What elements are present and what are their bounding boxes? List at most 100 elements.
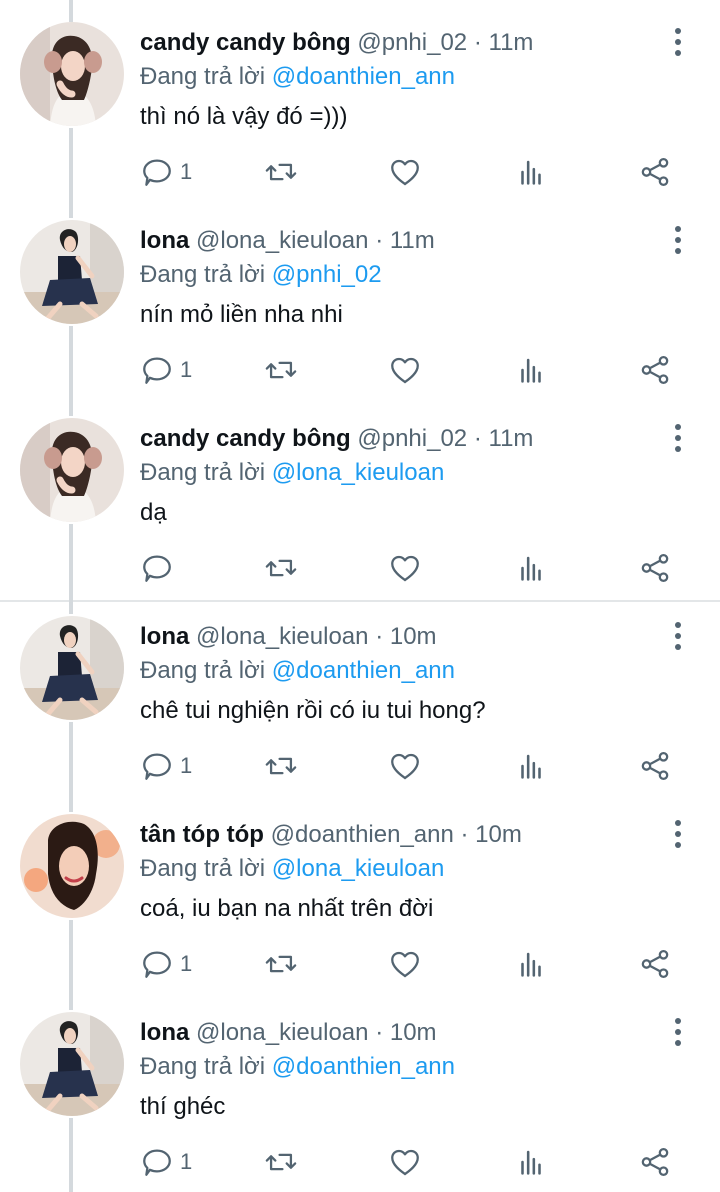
tweet-actions: 1	[0, 150, 720, 194]
tweet-text: nín mỏ liền nha nhi	[140, 301, 343, 328]
like-button[interactable]	[388, 348, 422, 392]
tweet[interactable]: tân tóp tóp @doanthien_ann · 10m Đang tr…	[0, 792, 720, 1010]
tweet-text: coá, iu bạn na nhất trên đời	[140, 895, 434, 922]
like-icon	[391, 753, 419, 780]
reply-button[interactable]: 1	[140, 150, 192, 194]
reply-icon	[143, 555, 171, 582]
display-name[interactable]: candy candy bông	[140, 29, 351, 56]
tweet-text: dạ	[140, 499, 167, 526]
more-vertical-icon[interactable]	[668, 28, 688, 56]
replying-to-mention[interactable]: @doanthien_ann	[272, 63, 455, 90]
like-icon	[391, 159, 419, 186]
share-icon	[641, 355, 669, 385]
more-vertical-icon[interactable]	[668, 226, 688, 254]
replying-to-mention[interactable]: @lona_kieuloan	[272, 459, 445, 486]
timestamp[interactable]: 11m	[489, 425, 534, 452]
display-name[interactable]: candy candy bông	[140, 425, 351, 452]
tweet[interactable]: lona @lona_kieuloan · 11m Đang trả lời @…	[0, 198, 720, 416]
views-button[interactable]	[514, 546, 548, 590]
replying-to-label: Đang trả lời	[140, 657, 266, 684]
like-button[interactable]	[388, 744, 422, 788]
user-handle[interactable]: @lona_kieuloan	[196, 1019, 369, 1046]
tweet-actions: 1	[0, 348, 720, 392]
replying-to-mention[interactable]: @doanthien_ann	[272, 657, 455, 684]
replying-to: Đang trả lời @lona_kieuloan	[140, 854, 444, 884]
retweet-button[interactable]	[264, 546, 298, 590]
tweet[interactable]: candy candy bông @pnhi_02 · 11m Đang trả…	[0, 0, 720, 218]
retweet-button[interactable]	[264, 150, 298, 194]
share-button[interactable]	[638, 348, 672, 392]
tweet-actions: 1	[0, 1140, 720, 1184]
tweet[interactable]: candy candy bông @pnhi_02 · 11m Đang trả…	[0, 396, 720, 614]
retweet-button[interactable]	[264, 942, 298, 986]
share-button[interactable]	[638, 744, 672, 788]
reply-button[interactable]: 1	[140, 744, 192, 788]
avatar-pnhi_02[interactable]	[20, 418, 124, 522]
like-icon	[391, 951, 419, 978]
share-button[interactable]	[638, 942, 672, 986]
user-handle[interactable]: @pnhi_02	[357, 425, 467, 452]
like-icon	[391, 357, 419, 384]
like-icon	[391, 1149, 419, 1176]
retweet-button[interactable]	[264, 744, 298, 788]
display-name[interactable]: tân tóp tóp	[140, 821, 264, 848]
user-handle[interactable]: @doanthien_ann	[271, 821, 454, 848]
replying-to-label: Đang trả lời	[140, 459, 266, 486]
timestamp[interactable]: 11m	[390, 227, 435, 254]
reply-button[interactable]: 1	[140, 348, 192, 392]
like-button[interactable]	[388, 1140, 422, 1184]
more-vertical-icon[interactable]	[668, 622, 688, 650]
user-handle[interactable]: @lona_kieuloan	[196, 623, 369, 650]
avatar-lona_kieuloan[interactable]	[20, 616, 124, 720]
tweet[interactable]: lona @lona_kieuloan · 10m Đang trả lời @…	[0, 990, 720, 1192]
avatar-lona_kieuloan[interactable]	[20, 1012, 124, 1116]
avatar-doanthien_ann[interactable]	[20, 814, 124, 918]
views-button[interactable]	[514, 1140, 548, 1184]
reply-count: 1	[180, 357, 193, 382]
avatar-pnhi_02[interactable]	[20, 22, 124, 126]
avatar-lona_kieuloan[interactable]	[20, 220, 124, 324]
replying-to-label: Đang trả lời	[140, 855, 266, 882]
replying-to-mention[interactable]: @lona_kieuloan	[272, 855, 445, 882]
replying-to-label: Đang trả lời	[140, 261, 266, 288]
user-handle[interactable]: @pnhi_02	[357, 29, 467, 56]
more-vertical-icon[interactable]	[668, 820, 688, 848]
tweet[interactable]: lona @lona_kieuloan · 10m Đang trả lời @…	[0, 594, 720, 812]
share-button[interactable]	[638, 1140, 672, 1184]
display-name[interactable]: lona	[140, 623, 189, 650]
separator-dot: ·	[473, 29, 482, 56]
like-button[interactable]	[388, 150, 422, 194]
like-button[interactable]	[388, 942, 422, 986]
views-button[interactable]	[514, 942, 548, 986]
more-vertical-icon[interactable]	[668, 424, 688, 452]
reply-icon	[143, 357, 171, 384]
tweet-text: thì nó là vậy đó =)))	[140, 103, 348, 130]
like-icon	[391, 555, 419, 582]
timestamp[interactable]: 10m	[390, 623, 437, 650]
replying-to-mention[interactable]: @doanthien_ann	[272, 1053, 455, 1080]
retweet-icon	[265, 163, 297, 181]
reply-button[interactable]: 1	[140, 1140, 192, 1184]
timestamp[interactable]: 10m	[475, 821, 522, 848]
retweet-button[interactable]	[264, 348, 298, 392]
reply-button[interactable]: 1	[140, 942, 192, 986]
user-handle[interactable]: @lona_kieuloan	[196, 227, 369, 254]
tweet-header: tân tóp tóp @doanthien_ann · 10m	[140, 820, 522, 850]
like-button[interactable]	[388, 546, 422, 590]
share-icon	[641, 1147, 669, 1177]
timestamp[interactable]: 11m	[489, 29, 534, 56]
views-button[interactable]	[514, 348, 548, 392]
views-button[interactable]	[514, 744, 548, 788]
separator-dot: ·	[375, 227, 384, 254]
share-button[interactable]	[638, 546, 672, 590]
share-button[interactable]	[638, 150, 672, 194]
retweet-icon	[265, 559, 297, 577]
retweet-button[interactable]	[264, 1140, 298, 1184]
views-button[interactable]	[514, 150, 548, 194]
more-vertical-icon[interactable]	[668, 1018, 688, 1046]
reply-button[interactable]	[140, 546, 180, 590]
display-name[interactable]: lona	[140, 227, 189, 254]
timestamp[interactable]: 10m	[390, 1019, 437, 1046]
display-name[interactable]: lona	[140, 1019, 189, 1046]
replying-to-mention[interactable]: @pnhi_02	[272, 261, 382, 288]
